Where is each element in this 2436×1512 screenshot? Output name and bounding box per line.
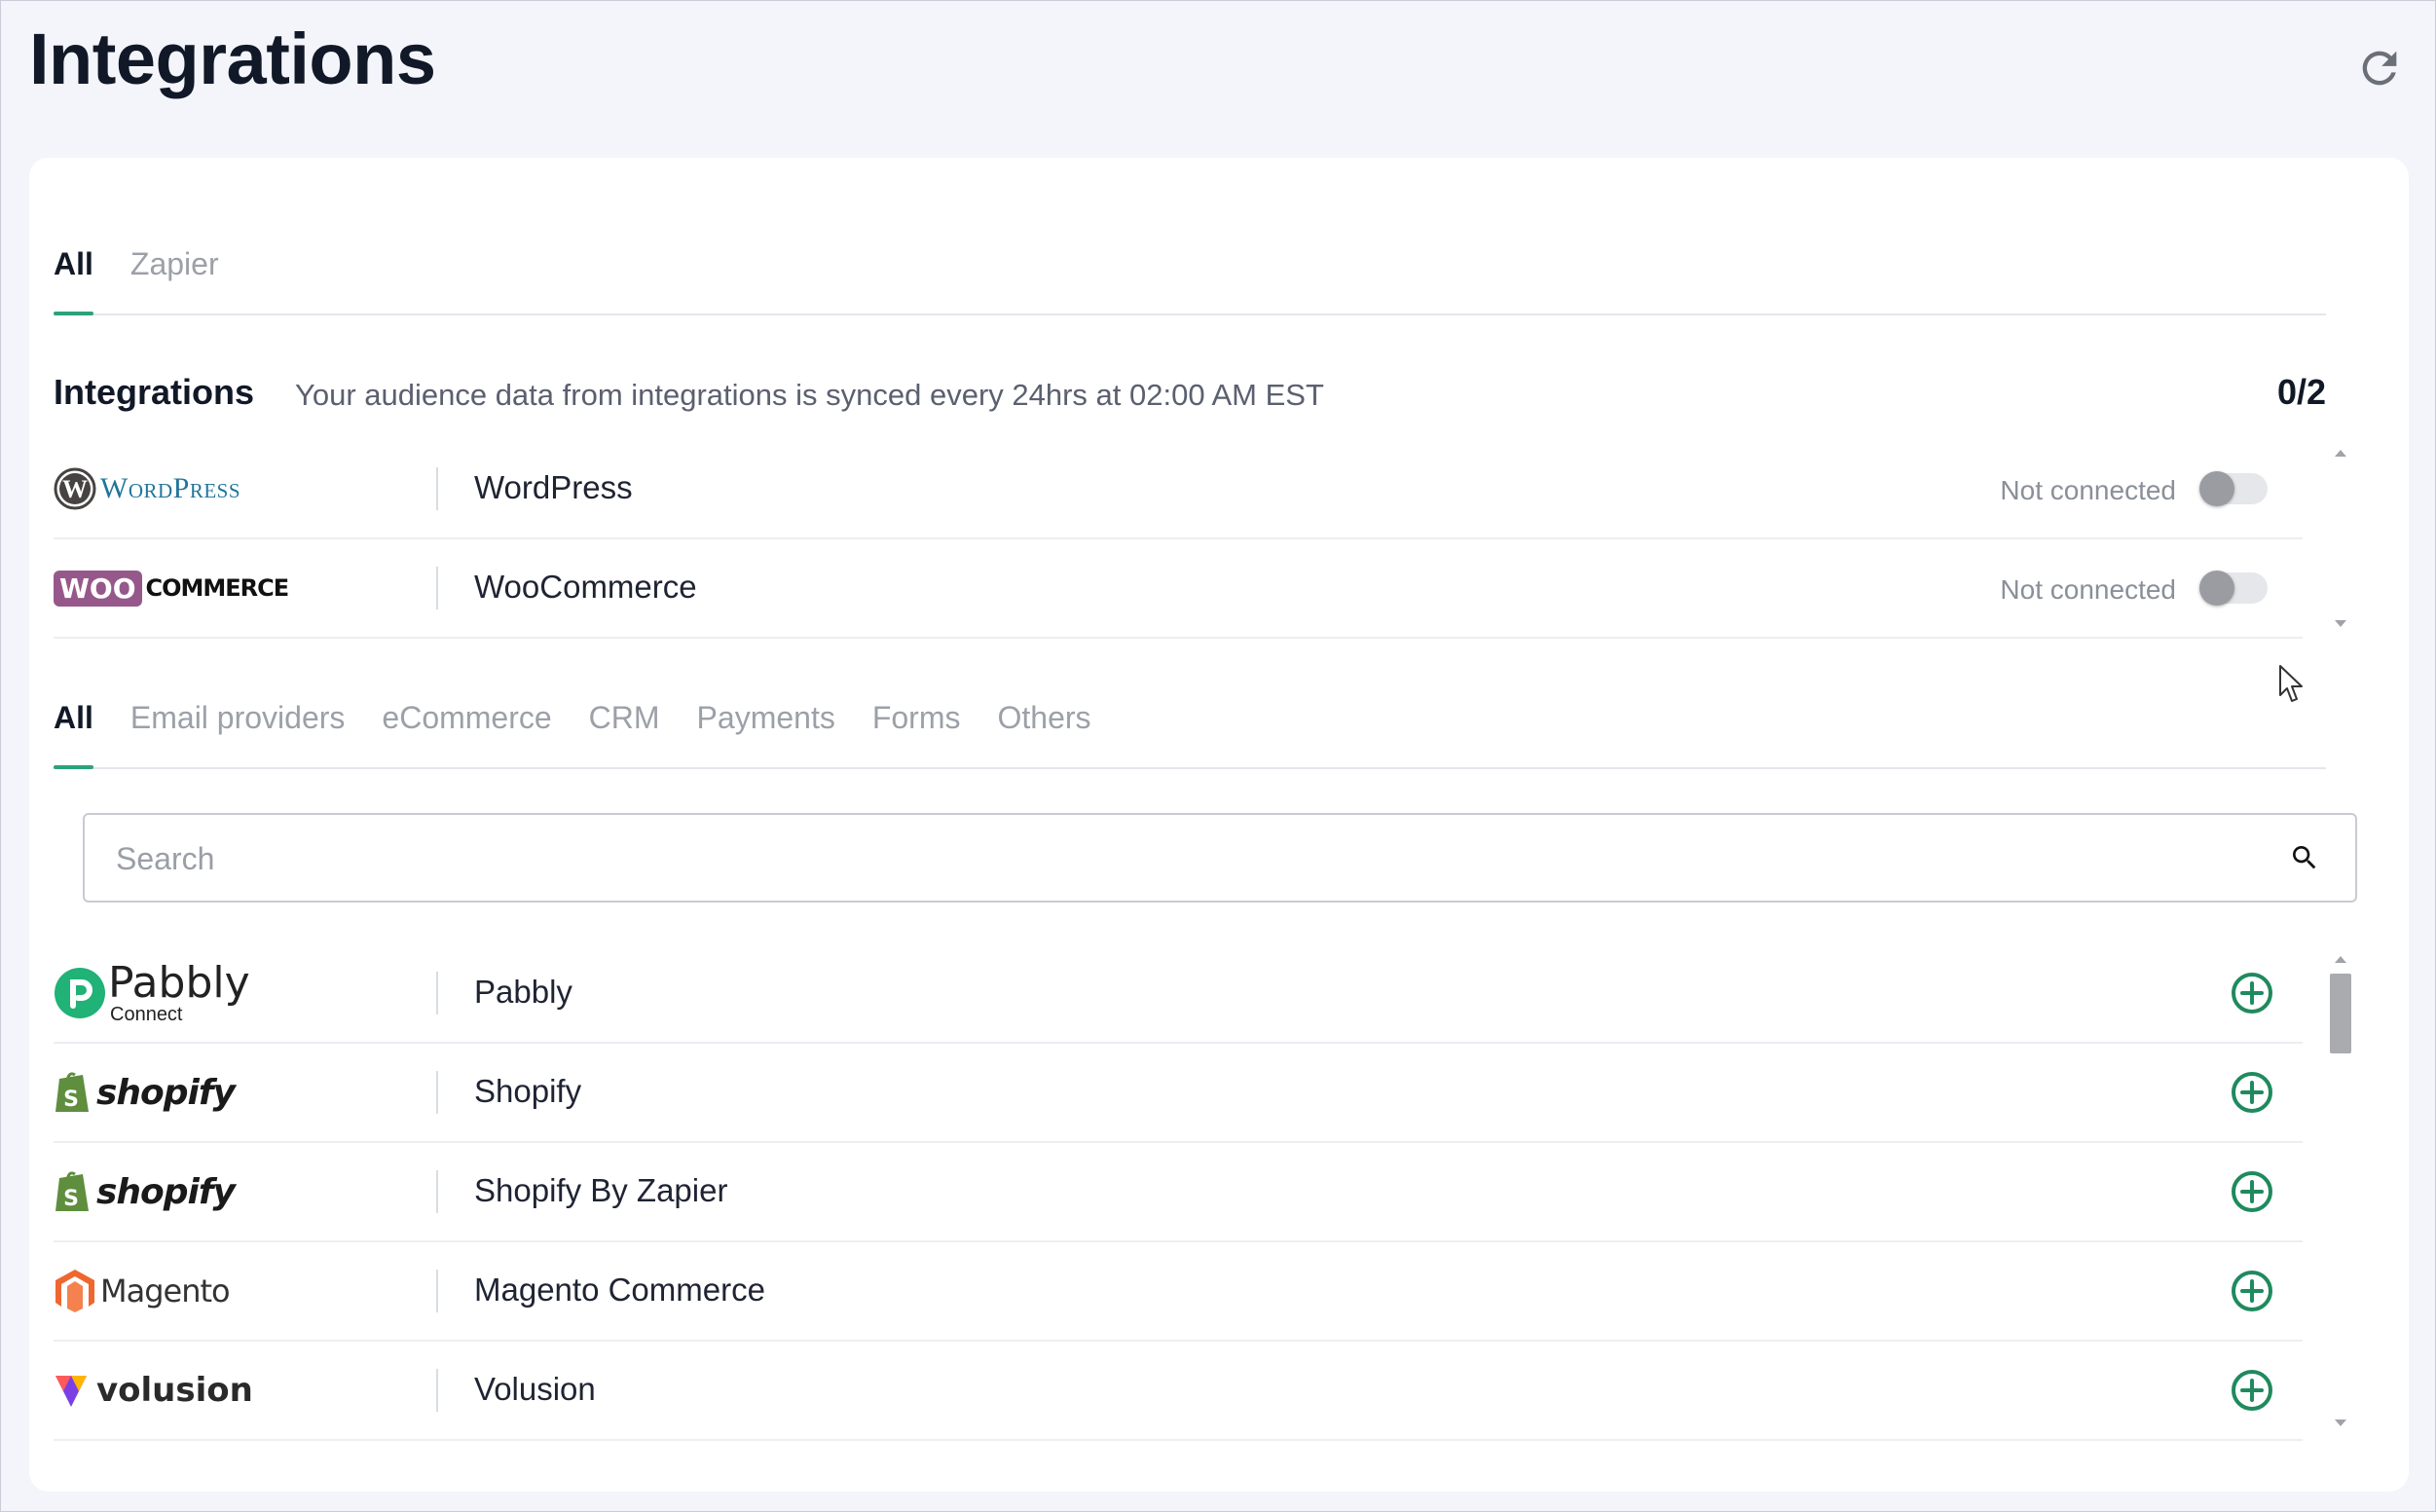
divider: [436, 972, 438, 1014]
sync-description: Your audience data from integrations is …: [295, 378, 1324, 412]
volusion-logo: volusion: [54, 1342, 385, 1439]
pabbly-logo: Pabbly Connect: [54, 944, 385, 1042]
connect-toggle[interactable]: [2199, 471, 2268, 506]
search-input[interactable]: [114, 815, 2260, 903]
magento-logo: Magento: [54, 1242, 385, 1340]
list-item: S shopify Shopify By Zapier: [54, 1143, 2303, 1242]
integrations-section-header: Integrations Your audience data from int…: [54, 360, 2326, 419]
shopify-logo: S shopify: [54, 1143, 385, 1240]
add-circle-icon[interactable]: [2231, 1071, 2273, 1114]
scroll-up-arrow[interactable]: [2335, 450, 2346, 457]
scroll-up-arrow[interactable]: [2335, 956, 2346, 963]
divider: [436, 467, 438, 510]
integration-name: Shopify: [474, 1073, 582, 1109]
wordpress-logo: W WordPress: [54, 440, 385, 537]
scrollbar-thumb[interactable]: [2330, 974, 2351, 1053]
divider: [436, 1369, 438, 1412]
tab-email-providers[interactable]: Email providers: [130, 700, 346, 767]
integration-name: WordPress: [474, 469, 633, 505]
divider: [436, 1170, 438, 1213]
list-item: volusion Volusion: [54, 1342, 2303, 1441]
scroll-down-arrow[interactable]: [2335, 1420, 2346, 1426]
category-tabs: All Email providers eCommerce CRM Paymen…: [54, 689, 2326, 769]
divider: [436, 567, 438, 609]
integrations-list: W WordPress WordPress Not connected WOO …: [54, 440, 2303, 639]
top-tabs: All Zapier: [54, 236, 2326, 315]
tab-forms[interactable]: Forms: [872, 700, 961, 767]
status-label: Not connected: [2000, 475, 2176, 505]
available-integrations-list: Pabbly Connect Pabbly S shopify Shopify …: [54, 944, 2303, 1441]
status-label: Not connected: [2000, 574, 2176, 605]
page-title: Integrations: [29, 18, 436, 99]
connect-toggle[interactable]: [2199, 571, 2268, 606]
tab-crm[interactable]: CRM: [589, 700, 660, 767]
integration-name: Magento Commerce: [474, 1272, 765, 1308]
connected-count: 0/2: [2276, 372, 2326, 412]
integration-name: Shopify By Zapier: [474, 1172, 728, 1208]
list-item: Pabbly Connect Pabbly: [54, 944, 2303, 1044]
tab-all[interactable]: All: [54, 246, 93, 315]
svg-text:S: S: [63, 1088, 79, 1112]
shopify-logo: S shopify: [54, 1044, 385, 1141]
tab-ecommerce[interactable]: eCommerce: [382, 700, 551, 767]
search-box: [83, 813, 2357, 903]
add-circle-icon[interactable]: [2231, 972, 2273, 1014]
svg-text:S: S: [63, 1187, 79, 1211]
tab-others[interactable]: Others: [997, 700, 1090, 767]
list-item: WOO COMMERCE WooCommerce Not connected: [54, 539, 2303, 639]
list-item: S shopify Shopify: [54, 1044, 2303, 1143]
section-title: Integrations: [54, 372, 255, 412]
svg-text:W: W: [62, 475, 88, 503]
list-item: Magento Magento Commerce: [54, 1242, 2303, 1342]
search-icon[interactable]: [2289, 842, 2320, 873]
refresh-icon[interactable]: [2354, 43, 2405, 93]
add-circle-icon[interactable]: [2231, 1270, 2273, 1312]
scroll-down-arrow[interactable]: [2335, 620, 2346, 627]
add-circle-icon[interactable]: [2231, 1170, 2273, 1213]
woocommerce-logo: WOO COMMERCE: [54, 539, 385, 637]
divider: [436, 1270, 438, 1312]
integration-name: WooCommerce: [474, 569, 697, 605]
add-circle-icon[interactable]: [2231, 1369, 2273, 1412]
tab-payments[interactable]: Payments: [697, 700, 835, 767]
list-item: W WordPress WordPress Not connected: [54, 440, 2303, 539]
integration-name: Volusion: [474, 1371, 596, 1407]
tab-zapier[interactable]: Zapier: [130, 246, 219, 313]
tab-all-categories[interactable]: All: [54, 700, 93, 769]
divider: [436, 1071, 438, 1114]
integration-name: Pabbly: [474, 974, 572, 1010]
